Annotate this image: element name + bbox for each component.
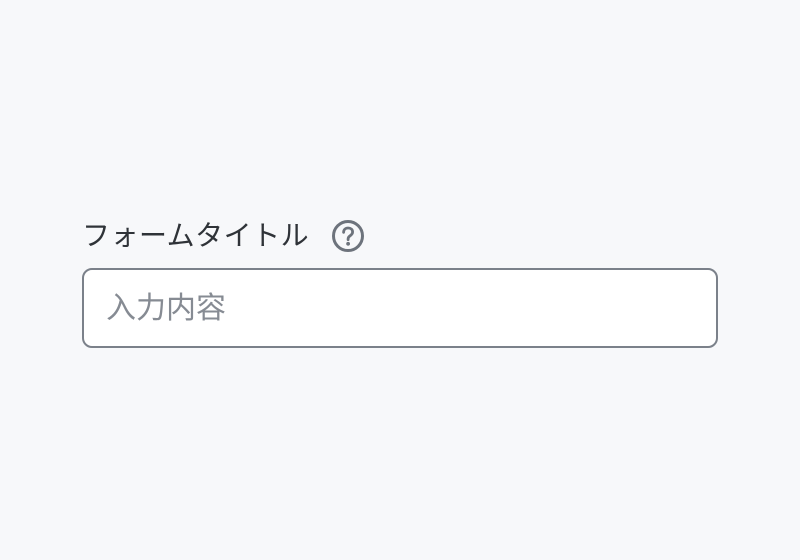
label-row: フォームタイトル	[82, 216, 718, 256]
text-input[interactable]	[82, 268, 718, 348]
help-question-icon[interactable]	[331, 219, 365, 253]
form-field: フォームタイトル	[82, 216, 718, 348]
field-label: フォームタイトル	[82, 219, 310, 252]
